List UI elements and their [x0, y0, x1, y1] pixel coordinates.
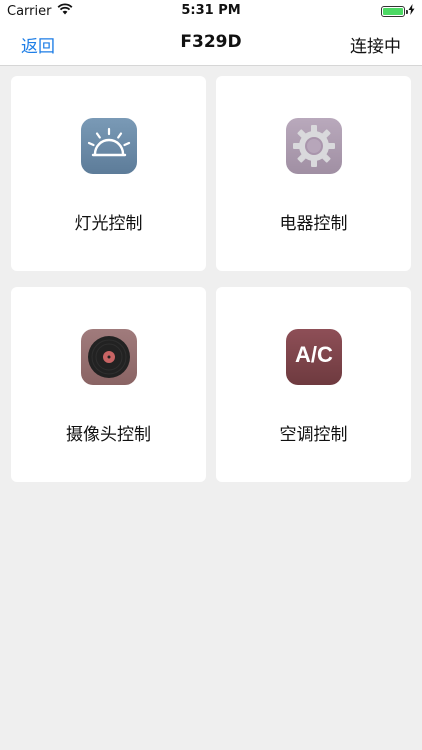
navigation-bar: 返回 F329D 连接中 — [0, 22, 422, 66]
lighting-control-card[interactable]: 灯光控制 — [11, 76, 206, 271]
connection-status: 连接中 — [350, 37, 401, 57]
battery-cap — [406, 10, 408, 14]
charging-bolt-icon — [408, 4, 415, 19]
card-label: 摄像头控制 — [66, 425, 151, 445]
gear-icon — [286, 118, 342, 174]
status-right — [381, 4, 415, 19]
card-label: 灯光控制 — [74, 214, 143, 234]
air-conditioner-control-card[interactable]: A/C 空调控制 — [216, 287, 411, 482]
card-label: 空调控制 — [279, 425, 348, 445]
ac-icon-text: A/C — [295, 342, 333, 367]
status-bar: Carrier 5:31 PM — [0, 0, 422, 22]
status-time: 5:31 PM — [181, 3, 241, 18]
air-conditioner-icon: A/C — [286, 329, 342, 385]
battery-icon — [381, 6, 408, 17]
card-label: 电器控制 — [279, 214, 348, 234]
record-disc-icon — [81, 329, 137, 385]
appliance-control-card[interactable]: 电器控制 — [216, 76, 411, 271]
lamp-light-icon — [81, 118, 137, 174]
battery-level — [383, 8, 403, 15]
camera-control-card[interactable]: 摄像头控制 — [11, 287, 206, 482]
